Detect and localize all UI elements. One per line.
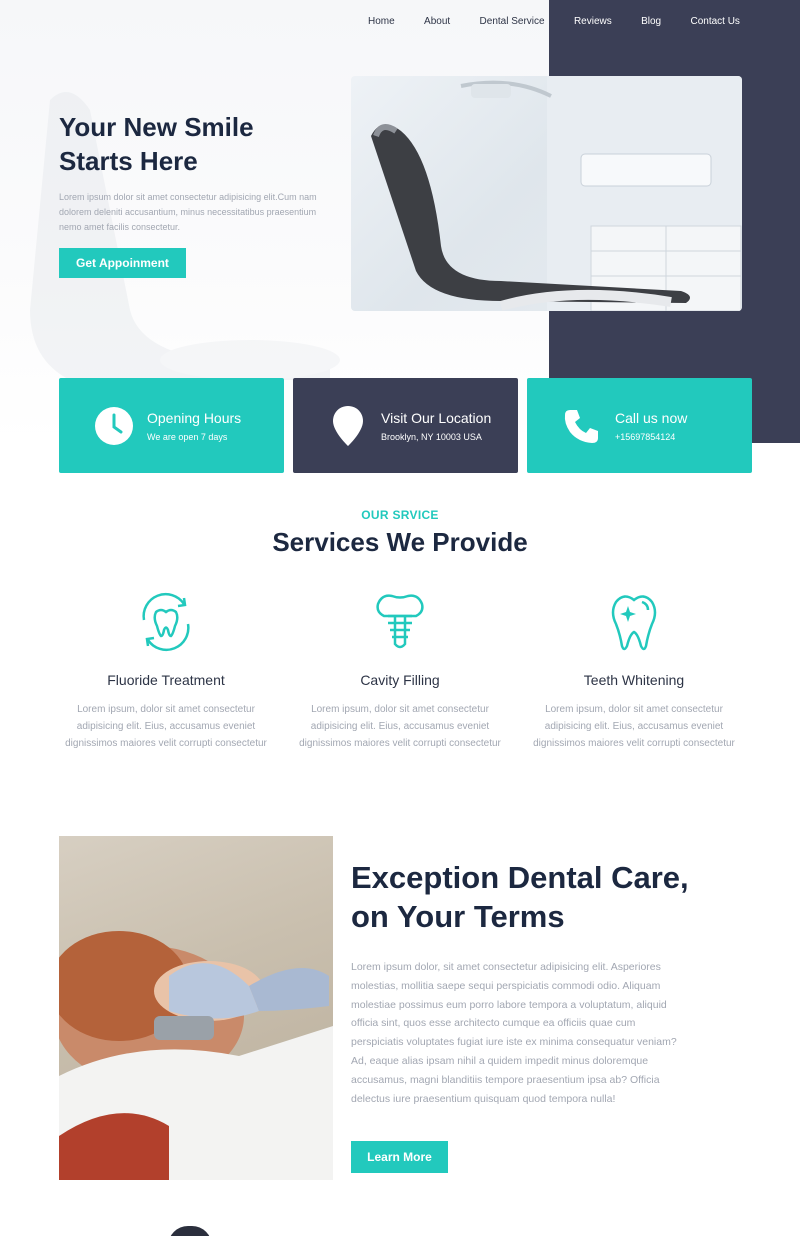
service-title: Teeth Whitening [583, 672, 685, 688]
get-appointment-button[interactable]: Get Appoinment [59, 248, 186, 278]
next-section-avatar [168, 1226, 212, 1236]
phone-icon [562, 406, 602, 446]
hero-title: Your New Smile Starts Here [59, 110, 339, 178]
card-title: Opening Hours [147, 410, 242, 426]
service-cavity-filling[interactable]: Cavity Filling Lorem ipsum, dolor sit am… [295, 590, 505, 752]
nav-dental-service[interactable]: Dental Service [480, 16, 545, 27]
hero-title-line2: Starts Here [59, 146, 198, 176]
clock-icon [94, 406, 134, 446]
service-fluoride[interactable]: Fluoride Treatment Lorem ipsum, dolor si… [61, 590, 271, 752]
location-pin-icon [328, 405, 368, 446]
main-nav: Home About Dental Service Reviews Blog C… [356, 14, 740, 28]
service-title: Cavity Filling [360, 672, 440, 688]
card-opening-hours[interactable]: Opening Hours We are open 7 days [59, 378, 284, 473]
service-description: Lorem ipsum, dolor sit amet consectetur … [299, 704, 501, 749]
card-title: Call us now [615, 410, 688, 426]
tooth-cycle-icon [134, 590, 198, 654]
nav-reviews[interactable]: Reviews [574, 16, 612, 27]
care-title-line2: on Your Terms [351, 899, 565, 934]
card-subtitle: We are open 7 days [147, 432, 228, 442]
nav-about[interactable]: About [424, 16, 450, 27]
services-kicker: OUR SRVICE [361, 508, 439, 522]
care-text: Lorem ipsum dolor, sit amet consectetur … [351, 961, 677, 1105]
card-subtitle: +15697854124 [615, 432, 676, 442]
nav-blog[interactable]: Blog [641, 16, 661, 27]
dental-care-photo [59, 836, 333, 1180]
nav-contact-us[interactable]: Contact Us [690, 16, 739, 27]
learn-more-button[interactable]: Learn More [351, 1141, 448, 1173]
card-call[interactable]: Call us now +15697854124 [527, 378, 752, 473]
hero-description: Lorem ipsum dolor sit amet consectetur a… [59, 192, 317, 232]
tooth-sparkle-icon [602, 590, 666, 654]
service-description: Lorem ipsum, dolor sit amet consectetur … [533, 704, 735, 749]
card-subtitle: Brooklyn, NY 10003 USA [381, 432, 482, 442]
hero-image [351, 76, 742, 311]
care-title-line1: Exception Dental Care, [351, 860, 689, 895]
dental-chair-illustration [371, 76, 742, 311]
services-heading: Services We Provide [272, 527, 528, 557]
dental-implant-icon [368, 590, 432, 654]
hero-title-line1: Your New Smile [59, 112, 254, 142]
patient-illustration [59, 931, 333, 1180]
card-title: Visit Our Location [381, 410, 492, 426]
service-title: Fluoride Treatment [107, 672, 225, 688]
nav-home[interactable]: Home [368, 16, 395, 27]
care-title: Exception Dental Care, on Your Terms [351, 858, 731, 936]
service-teeth-whitening[interactable]: Teeth Whitening Lorem ipsum, dolor sit a… [529, 590, 739, 752]
service-description: Lorem ipsum, dolor sit amet consectetur … [65, 704, 267, 749]
card-location[interactable]: Visit Our Location Brooklyn, NY 10003 US… [293, 378, 518, 473]
